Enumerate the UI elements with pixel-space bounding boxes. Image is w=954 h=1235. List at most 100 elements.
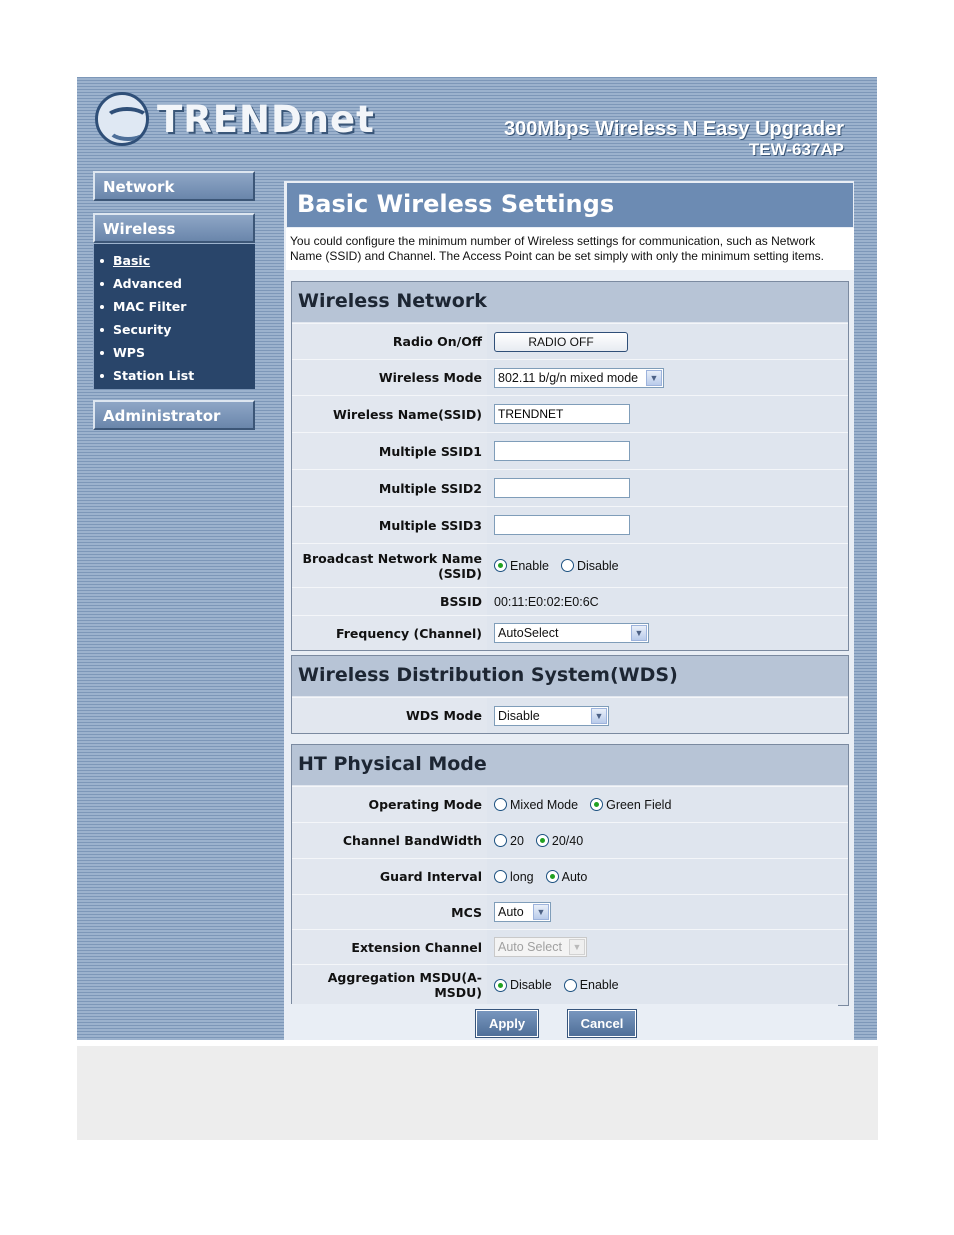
chevron-down-icon: ▼ [533,904,549,920]
radio-unchecked-icon [494,870,507,883]
chevron-down-icon: ▼ [591,707,607,724]
ssid1-input[interactable] [494,441,630,461]
section-heading: HT Physical Mode [292,745,848,786]
wds-mode-row: WDS Mode Disable ▼ [292,697,848,733]
bullet-icon [100,327,104,332]
operating-mode-label: Operating Mode [368,797,482,812]
bandwidth-20-radio[interactable]: 20 [494,834,524,848]
frequency-select[interactable]: AutoSelect ▼ [494,623,649,643]
extension-channel-row: Extension Channel Auto Select ▼ [292,929,848,964]
ssid-input[interactable] [494,404,630,424]
extension-channel-select: Auto Select ▼ [494,937,587,957]
sidebar-administrator[interactable]: Administrator [93,400,255,430]
ssid-row: Wireless Name(SSID) [292,395,848,432]
submenu-item-station-list[interactable]: Station List [98,365,255,388]
bullet-icon [100,304,104,309]
logo-globe-icon [95,92,149,146]
broadcast-label: Broadcast Network Name (SSID) [302,550,482,581]
ssid2-input[interactable] [494,478,630,498]
wireless-mode-label: Wireless Mode [378,370,482,385]
section-heading: Wireless Network [292,282,848,323]
footer-area [77,1046,878,1140]
wds-mode-select[interactable]: Disable ▼ [494,705,609,726]
wireless-submenu: Basic Advanced MAC Filter Security WPS S… [93,244,255,389]
radio-checked-icon [590,798,604,811]
radio-unchecked-icon [563,978,577,992]
green-field-radio[interactable]: Green Field [590,798,671,812]
submenu-item-mac-filter[interactable]: MAC Filter [98,296,255,319]
submenu-item-basic[interactable]: Basic [98,250,255,273]
cancel-button[interactable]: Cancel [567,1009,637,1038]
frequency-label: Frequency (Channel) [335,625,482,641]
action-bar [288,1004,838,1040]
extension-channel-label: Extension Channel [351,939,482,955]
aggregation-enable-radio[interactable]: Enable [563,978,619,992]
ssid1-label: Multiple SSID1 [378,443,482,459]
broadcast-disable-radio[interactable]: Disable [560,559,619,573]
radio-unchecked-icon [494,798,507,811]
ht-physical-mode-section: HT Physical Mode Operating Mode Mixed Mo… [291,744,849,1006]
ssid3-label: Multiple SSID3 [378,517,482,533]
bullet-icon [100,373,104,378]
ssid2-row: Multiple SSID2 [292,469,848,506]
submenu-item-security[interactable]: Security [98,319,255,342]
section-heading: Wireless Distribution System(WDS) [292,656,848,697]
page-intro: You could configure the minimum number o… [286,228,854,270]
chevron-down-icon: ▼ [569,939,585,955]
radio-unchecked-icon [560,559,574,572]
ssid-label: Wireless Name(SSID) [332,406,482,422]
wds-section: Wireless Distribution System(WDS) WDS Mo… [291,655,849,734]
radio-checked-icon [494,559,507,572]
logo-text: TRENDnet [157,97,375,141]
wireless-network-section: Wireless Network Radio On/Off RADIO OFF … [291,281,849,651]
mixed-mode-radio[interactable]: Mixed Mode [494,798,578,812]
chevron-down-icon: ▼ [631,625,647,641]
ssid1-row: Multiple SSID1 [292,432,848,469]
bandwidth-2040-radio[interactable]: 20/40 [535,834,583,848]
radio-checked-icon [535,834,549,847]
bullet-icon [100,350,104,355]
radio-unchecked-icon [494,834,507,847]
ssid2-label: Multiple SSID2 [378,480,482,496]
bullet-icon [100,258,104,263]
radio-off-button[interactable]: RADIO OFF [494,331,628,352]
broadcast-enable-radio[interactable]: Enable [494,559,549,573]
product-model: TEW-637AP [748,140,844,159]
bullet-icon [100,281,104,286]
bssid-label: BSSID [440,594,482,609]
bssid-value: 00:11:E0:02:E0:6C [487,588,848,615]
radio-row: Radio On/Off RADIO OFF [292,323,848,359]
guard-interval-label: Guard Interval [379,869,482,884]
apply-button[interactable]: Apply [475,1009,539,1038]
mcs-row: MCS Auto ▼ [292,894,848,929]
mcs-select[interactable]: Auto ▼ [494,902,551,922]
bandwidth-row: Channel BandWidth 20 20/40 [292,822,848,858]
page-title: Basic Wireless Settings [287,183,853,227]
ssid3-input[interactable] [494,515,630,535]
submenu-item-advanced[interactable]: Advanced [98,273,255,296]
product-name: 300Mbps Wireless N Easy Upgrader [504,118,844,140]
bandwidth-label: Channel BandWidth [342,833,482,848]
guard-auto-radio[interactable]: Auto [545,870,587,884]
aggregation-row: Aggregation MSDU(A-MSDU) Disable Enable [292,964,848,1005]
radio-label: Radio On/Off [392,334,482,349]
wds-mode-label: WDS Mode [406,708,482,723]
operating-mode-row: Operating Mode Mixed Mode Green Field [292,786,848,822]
radio-checked-icon [545,870,559,883]
aggregation-label: Aggregation MSDU(A-MSDU) [327,970,482,1000]
submenu-item-wps[interactable]: WPS [98,342,255,365]
guard-long-radio[interactable]: long [494,870,534,884]
wireless-mode-row: Wireless Mode 802.11 b/g/n mixed mode ▼ [292,359,848,395]
chevron-down-icon: ▼ [646,369,662,386]
broadcast-row: Broadcast Network Name (SSID) Enable Dis… [292,543,848,587]
frequency-row: Frequency (Channel) AutoSelect ▼ [292,615,848,650]
radio-checked-icon [494,978,507,992]
product-title: 300Mbps Wireless N Easy Upgrader TEW-637… [504,118,844,160]
mcs-label: MCS [451,904,482,920]
sidebar-network[interactable]: Network [93,171,255,201]
ssid3-row: Multiple SSID3 [292,506,848,543]
sidebar-wireless[interactable]: Wireless [93,213,255,243]
bssid-row: BSSID 00:11:E0:02:E0:6C [292,587,848,615]
wireless-mode-select[interactable]: 802.11 b/g/n mixed mode ▼ [494,367,664,388]
aggregation-disable-radio[interactable]: Disable [494,978,552,992]
